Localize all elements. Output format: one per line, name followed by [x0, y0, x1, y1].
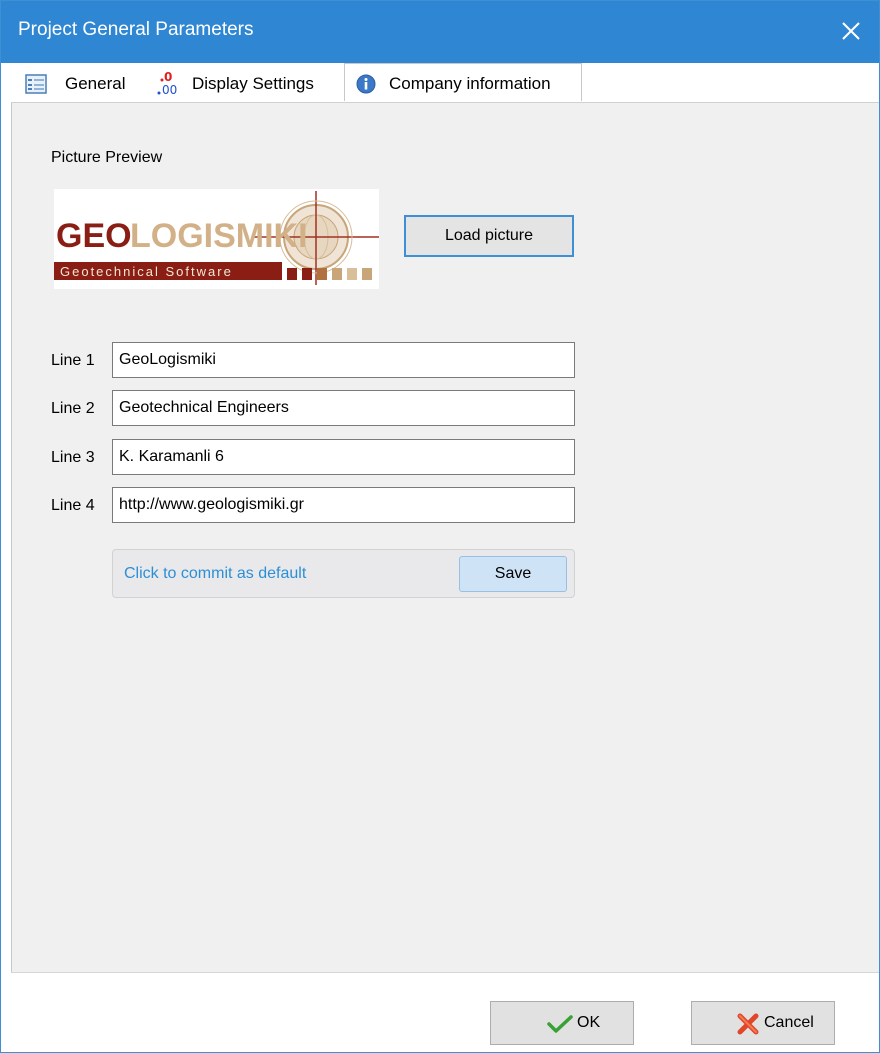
tab-company-information[interactable]: Company information: [344, 63, 582, 101]
tab-display-label: Display Settings: [192, 74, 314, 93]
ok-label: OK: [577, 1014, 601, 1031]
tab-general-label: General: [65, 74, 126, 93]
panel-bottom-border: [11, 972, 879, 973]
line-1-input[interactable]: GeoLogismiki: [112, 342, 575, 378]
commit-default-bar: Click to commit as default Save: [112, 549, 575, 598]
line-2-input[interactable]: Geotechnical Engineers: [112, 390, 575, 426]
dialog-window: Project General Parameters General 0 00: [0, 0, 880, 1053]
cancel-label: Cancel: [764, 1014, 814, 1031]
line-3-input[interactable]: K. Karamanli 6: [112, 439, 575, 475]
line-1-label: Line 1: [51, 352, 95, 369]
svg-text:00: 00: [162, 83, 177, 96]
picture-preview-label: Picture Preview: [51, 149, 163, 166]
cancel-x-icon: [737, 1013, 759, 1035]
line-2-label: Line 2: [51, 400, 95, 417]
decimal-icon: 0 00: [157, 70, 177, 96]
line-4-label: Line 4: [51, 497, 95, 514]
logo-graphic: GEO LOGISMIKI Geotechnical Software: [54, 191, 379, 285]
close-button[interactable]: [823, 1, 879, 63]
company-logo-image: GEO LOGISMIKI Geotechnical Software: [54, 189, 379, 289]
tab-display-settings[interactable]: 0 00 Display Settings: [149, 65, 341, 102]
svg-text:0: 0: [164, 70, 172, 84]
checkmark-icon: [547, 1015, 573, 1033]
cancel-button[interactable]: Cancel: [691, 1001, 835, 1045]
window-title: Project General Parameters: [18, 19, 254, 40]
tab-company-label: Company information: [389, 74, 551, 93]
line-4-input[interactable]: http://www.geologismiki.gr: [112, 487, 575, 523]
logo-brand-suffix: LOGISMIKI: [130, 217, 308, 255]
load-picture-button[interactable]: Load picture: [404, 215, 574, 257]
info-icon: [356, 74, 376, 94]
tab-general[interactable]: General: [25, 65, 137, 102]
title-bar: Project General Parameters: [1, 1, 879, 63]
logo-tagline: Geotechnical Software: [60, 264, 233, 279]
close-icon: [842, 22, 860, 40]
line-3-label: Line 3: [51, 449, 95, 466]
commit-default-text: Click to commit as default: [124, 565, 307, 582]
save-button[interactable]: Save: [459, 556, 567, 592]
logo-brand-prefix: GEO: [56, 217, 132, 255]
ok-button[interactable]: OK: [490, 1001, 634, 1045]
form-icon: [25, 74, 47, 94]
